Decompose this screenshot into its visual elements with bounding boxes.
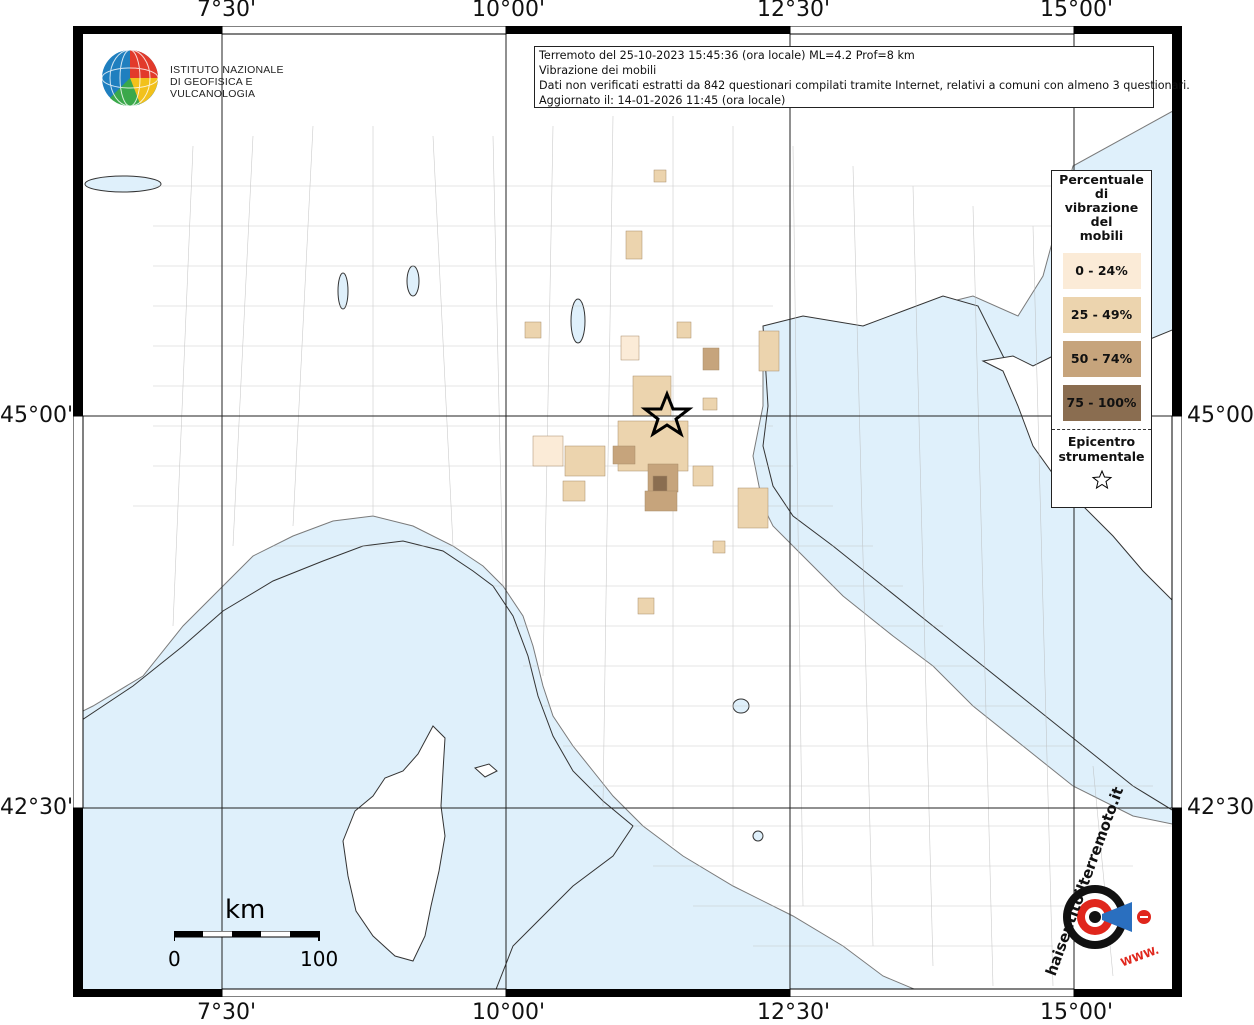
top-tick-2: 10°00'	[472, 0, 546, 22]
star-icon	[1091, 469, 1112, 490]
epicenter-label: Epicentro strumentale	[1052, 434, 1151, 464]
lake-geneva	[84, 175, 162, 193]
update-time: Aggiornato il: 14-01-2026 11:45 (ora loc…	[539, 94, 786, 107]
data-note: Dati non verificati estratti da 842 ques…	[539, 79, 1190, 92]
legend-class-75-100: 75 - 100%	[1062, 385, 1141, 421]
lake-bolsena	[752, 830, 764, 842]
legend: Percentuale di vibrazione del mobili 0 -…	[1051, 170, 1152, 508]
ingv-name-line2: DI GEOFISICA E VULCANOLOGIA	[170, 76, 256, 100]
ingv-name: ISTITUTO NAZIONALE DI GEOFISICA E VULCAN…	[170, 64, 330, 100]
lake-como	[406, 265, 420, 297]
ingv-logo: ISTITUTO NAZIONALE DI GEOFISICA E VULCAN…	[100, 48, 330, 108]
lake-garda	[570, 298, 586, 344]
lake-maggiore	[337, 272, 349, 310]
globe-icon	[101, 49, 159, 107]
legend-title-line: mobili	[1079, 228, 1124, 243]
bottom-tick-1: 7°30'	[197, 1000, 257, 1025]
left-tick-1: 45°00'	[0, 403, 74, 428]
legend-title: Percentuale di vibrazione del mobili	[1052, 173, 1151, 243]
legend-title-line: Percentuale	[1059, 172, 1144, 187]
scale-bar: km 0 100	[168, 895, 340, 975]
left-tick-2: 42°30'	[0, 795, 74, 820]
legend-class-50-74: 50 - 74%	[1062, 341, 1141, 377]
ingv-name-line1: ISTITUTO NAZIONALE	[170, 64, 284, 76]
scale-ruler	[174, 931, 320, 941]
legend-title-line: di	[1094, 186, 1109, 201]
bottom-tick-4: 15°00'	[1040, 1000, 1114, 1025]
top-tick-4: 15°00'	[1040, 0, 1114, 22]
legend-title-line: del	[1090, 214, 1113, 229]
map-subject: Vibrazione dei mobili	[539, 64, 657, 77]
right-tick-2: 42°30'	[1187, 795, 1254, 820]
legend-separator	[1052, 429, 1151, 430]
scale-min: 0	[168, 947, 181, 971]
epicenter-label-line: Epicentro	[1067, 434, 1136, 449]
epicenter-label-line: strumentale	[1058, 449, 1145, 464]
legend-title-line: vibrazione	[1064, 200, 1139, 215]
event-info-box: Terremoto del 25-10-2023 15:45:36 (ora l…	[534, 46, 1190, 108]
bottom-tick-3: 12°30'	[757, 1000, 831, 1025]
event-title: Terremoto del 25-10-2023 15:45:36 (ora l…	[539, 49, 915, 62]
legend-class-0-24: 0 - 24%	[1062, 253, 1141, 289]
top-tick-3: 12°30'	[757, 0, 831, 22]
scale-unit: km	[225, 895, 266, 925]
legend-class-25-49: 25 - 49%	[1062, 297, 1141, 333]
top-tick-1: 7°30'	[197, 0, 257, 22]
hsit-logo: haisentitoilterremoto.it WWW.	[1040, 785, 1170, 982]
map	[73, 26, 1182, 997]
bottom-tick-2: 10°00'	[472, 1000, 546, 1025]
scale-max: 100	[300, 947, 339, 971]
right-tick-1: 45°00'	[1187, 403, 1254, 428]
